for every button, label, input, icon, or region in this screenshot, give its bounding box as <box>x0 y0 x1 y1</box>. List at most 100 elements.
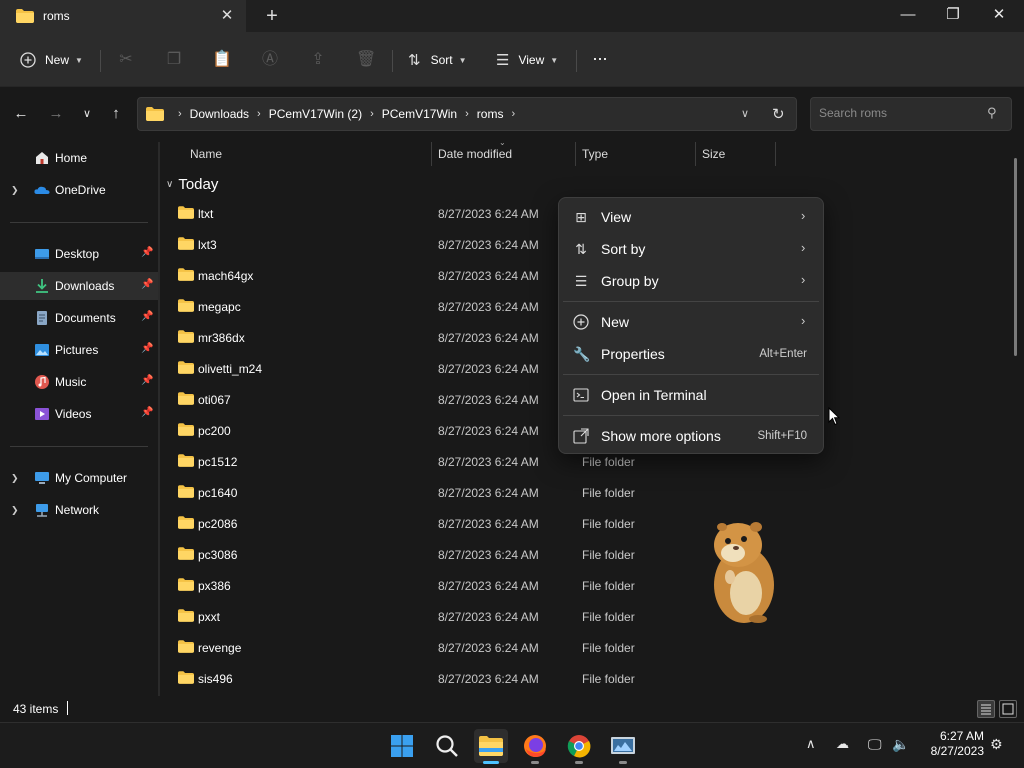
file-explorer-taskbar-button[interactable] <box>474 729 508 763</box>
monitor-app-taskbar-button[interactable] <box>606 729 640 763</box>
refresh-icon[interactable]: ↻ <box>772 105 785 123</box>
view-button[interactable]: ☰ View ▼ <box>496 46 558 74</box>
menu-item-new[interactable]: New › <box>563 307 819 337</box>
sort-caret-icon: ⌄ <box>499 142 506 147</box>
sidebar-item-desktop[interactable]: Desktop 📌 <box>0 240 158 268</box>
delete-icon[interactable]: 🗑 <box>356 50 376 70</box>
file-row[interactable]: px386 8/27/2023 6:24 AM File folder <box>160 571 1000 602</box>
sidebar-item-home[interactable]: Home <box>0 144 158 172</box>
close-window-button[interactable]: ✕ <box>976 0 1022 32</box>
up-arrow-icon[interactable]: ↑ <box>105 103 127 125</box>
notification-icon[interactable]: ⚙ <box>990 736 1003 753</box>
rename-icon[interactable]: Ⓐ <box>260 50 280 70</box>
show-hidden-icons-chevron-icon[interactable]: ∧ <box>806 736 816 752</box>
clock[interactable]: 6:27 AM 8/27/2023 <box>920 729 984 759</box>
breadcrumb-pcemv17win-2[interactable]: PCemV17Win (2) <box>269 107 362 121</box>
sidebar-item-my-computer[interactable]: ❯ My Computer <box>0 464 158 492</box>
search-box[interactable]: ⚲ <box>810 97 1012 131</box>
column-divider[interactable] <box>431 142 432 166</box>
sidebar-item-videos[interactable]: Videos 📌 <box>0 400 158 428</box>
sidebar-item-onedrive[interactable]: ❯ OneDrive <box>0 176 158 204</box>
folder-icon <box>178 516 194 529</box>
chevron-down-icon: ▼ <box>75 55 83 65</box>
taskbar: ∧ ☁ 🖵 🔈 6:27 AM 8/27/2023 ⚙ <box>0 722 1024 768</box>
sidebar-label-documents: Documents <box>55 311 116 325</box>
breadcrumb-chevron-icon[interactable]: › <box>370 108 374 120</box>
column-divider[interactable] <box>575 142 576 166</box>
back-arrow-icon[interactable]: ← <box>10 103 32 125</box>
sidebar-item-music[interactable]: Music 📌 <box>0 368 158 396</box>
cut-icon[interactable]: ✂ <box>116 50 136 70</box>
chevron-right-icon[interactable]: ❯ <box>11 473 19 484</box>
address-bar[interactable]: › Downloads › PCemV17Win (2) › PCemV17Wi… <box>137 97 797 131</box>
restore-button[interactable]: ❐ <box>930 0 976 32</box>
tab-close-icon[interactable]: ✕ <box>218 7 236 25</box>
breadcrumb-chevron-icon[interactable]: › <box>257 108 261 120</box>
menu-item-open-in-terminal[interactable]: Open in Terminal <box>563 380 819 410</box>
file-type: File folder <box>582 455 635 469</box>
file-row[interactable]: pc2086 8/27/2023 6:24 AM File folder <box>160 509 1000 540</box>
volume-icon[interactable]: 🔈 <box>892 736 909 753</box>
file-row[interactable]: pc3086 8/27/2023 6:24 AM File folder <box>160 540 1000 571</box>
breadcrumb-roms[interactable]: roms <box>477 107 504 121</box>
sidebar-label-onedrive: OneDrive <box>55 183 106 197</box>
onedrive-icon <box>34 186 50 194</box>
column-header-date-modified[interactable]: Date modified <box>438 147 512 161</box>
chevron-right-icon[interactable]: ❯ <box>11 185 19 196</box>
pin-icon: 📌 <box>141 279 154 290</box>
folder-icon <box>16 9 34 23</box>
breadcrumb-chevron-icon[interactable]: › <box>465 108 469 120</box>
chevron-right-icon[interactable]: ❯ <box>11 505 19 516</box>
recent-locations-icon[interactable]: ∨ <box>76 103 98 125</box>
tab-roms[interactable]: roms ✕ <box>0 0 246 32</box>
minimize-button[interactable]: — <box>885 0 931 32</box>
search-icon[interactable]: ⚲ <box>987 105 997 121</box>
folder-icon <box>178 237 194 250</box>
firefox-taskbar-button[interactable] <box>518 729 552 763</box>
copy-icon[interactable]: ❐ <box>164 50 184 70</box>
file-row[interactable]: pc1640 8/27/2023 6:24 AM File folder <box>160 478 1000 509</box>
search-input[interactable] <box>819 106 979 120</box>
new-button[interactable]: New ▼ <box>20 46 83 74</box>
paste-icon[interactable]: 📋 <box>212 50 232 70</box>
group-header-today[interactable]: ∨ Today <box>166 176 218 193</box>
menu-item-sort-by[interactable]: ⇅ Sort by › <box>563 234 819 264</box>
sidebar-item-pictures[interactable]: Pictures 📌 <box>0 336 158 364</box>
network-tray-icon[interactable]: 🖵 <box>868 736 882 753</box>
column-header-name[interactable]: Name <box>190 147 222 161</box>
folder-icon <box>178 640 194 653</box>
large-icons-view-icon[interactable] <box>999 700 1017 718</box>
sidebar-item-documents[interactable]: Documents 📌 <box>0 304 158 332</box>
breadcrumb-pcemv17win[interactable]: PCemV17Win <box>382 107 457 121</box>
file-row[interactable]: revenge 8/27/2023 6:24 AM File folder <box>160 633 1000 664</box>
search-taskbar-button[interactable] <box>430 729 464 763</box>
breadcrumb-chevron-icon[interactable]: › <box>511 108 515 120</box>
file-row[interactable]: sis496 8/27/2023 6:24 AM File folder <box>160 664 1000 695</box>
menu-item-show-more-options[interactable]: Show more options Shift+F10 <box>563 421 819 451</box>
file-row[interactable]: pxxt 8/27/2023 6:24 AM File folder <box>160 602 1000 633</box>
breadcrumb-downloads[interactable]: Downloads <box>190 107 249 121</box>
chrome-taskbar-button[interactable] <box>562 729 596 763</box>
column-divider[interactable] <box>775 142 776 166</box>
file-date-modified: 8/27/2023 6:24 AM <box>438 579 539 593</box>
sidebar-item-downloads[interactable]: Downloads 📌 <box>0 272 158 300</box>
menu-item-view[interactable]: ⊞ View › <box>563 202 819 232</box>
start-button[interactable] <box>385 729 419 763</box>
new-tab-button[interactable]: + <box>262 6 282 26</box>
menu-item-group-by[interactable]: ☰ Group by › <box>563 266 819 296</box>
forward-arrow-icon[interactable]: → <box>45 103 67 125</box>
column-header-size[interactable]: Size <box>702 147 725 161</box>
column-header-type[interactable]: Type <box>582 147 608 161</box>
details-view-icon[interactable] <box>977 700 995 718</box>
see-more-button[interactable]: ··· <box>592 44 608 72</box>
column-divider[interactable] <box>695 142 696 166</box>
menu-item-properties[interactable]: 🔧 Properties Alt+Enter <box>563 339 819 369</box>
share-icon[interactable]: ⇪ <box>308 50 328 70</box>
menu-separator <box>563 415 819 416</box>
address-dropdown-icon[interactable]: ∨ <box>741 107 749 120</box>
vertical-scrollbar[interactable] <box>1014 158 1017 356</box>
sidebar-item-network[interactable]: ❯ Network <box>0 496 158 524</box>
onedrive-tray-icon[interactable]: ☁ <box>836 736 849 752</box>
sort-button[interactable]: ⇅ Sort ▼ <box>408 46 467 74</box>
pcem-monitor-icon <box>611 737 635 754</box>
